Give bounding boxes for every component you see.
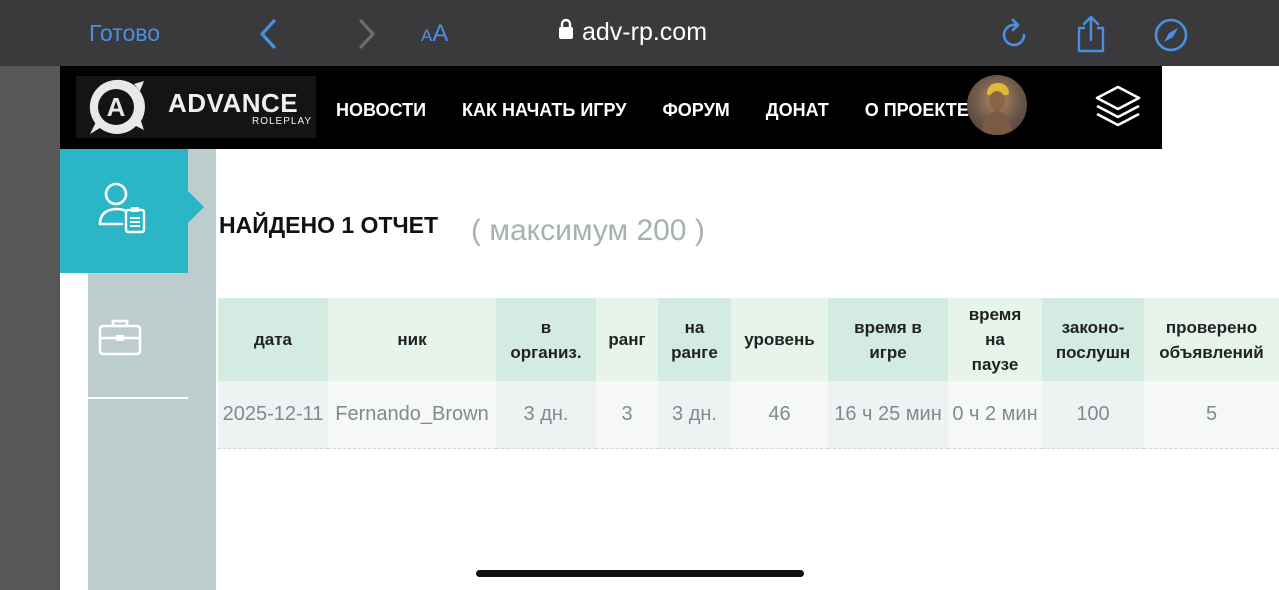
header-label: ранг [608,330,646,349]
report-table: дата ник в организ. ранг на ранге уровен… [218,298,1279,449]
column-header-rank[interactable]: ранг [596,298,658,381]
cell-level: 46 [731,381,828,449]
sidebar-gap [60,273,88,590]
text-size-button[interactable]: AA [421,20,448,48]
header-label: в организ. [510,317,582,362]
header-label: законо- послушн [1055,317,1131,362]
column-header-time-in-game[interactable]: время в игре [828,298,948,381]
sidebar-divider [60,397,188,399]
share-icon[interactable] [1074,14,1108,59]
logo-subtext: ROLEPLAY [252,116,313,127]
header-label: ник [397,330,427,349]
table-row: 2025-12-11 Fernando_Brown 3 дн. 3 3 дн. … [218,381,1279,449]
header-label: дата [253,330,293,349]
site-header: A ADVANCE ROLEPLAY НОВОСТИ КАК НАЧАТЬ ИГ… [60,66,1162,149]
nav-forum[interactable]: ФОРУМ [662,100,729,121]
address-bar[interactable]: adv-rp.com [558,18,707,47]
sidebar-active-pointer [188,191,204,223]
lock-icon [558,18,574,47]
user-avatar[interactable] [967,75,1027,135]
browser-toolbar: Готово AA adv-rp.com [0,0,1279,66]
text-size-small-label: A [421,26,433,45]
home-indicator [476,570,804,577]
nav-about[interactable]: О ПРОЕКТЕ [865,100,969,121]
briefcase-icon[interactable] [98,316,142,363]
header-label: время на паузе [968,305,1022,374]
table-header-row: дата ник в организ. ранг на ранге уровен… [218,298,1279,381]
report-user-icon[interactable] [96,180,152,241]
cell-law-abiding: 100 [1042,381,1144,449]
column-header-date[interactable]: дата [218,298,328,381]
reload-icon[interactable] [1000,18,1030,55]
column-header-on-rank[interactable]: на ранге [658,298,731,381]
cell-ads-checked: 5 [1144,381,1279,449]
nav-how-to-start[interactable]: КАК НАЧАТЬ ИГРУ [462,100,626,121]
compass-icon[interactable] [1154,18,1188,57]
header-label: проверено объявлений [1159,317,1264,362]
cell-time-paused: 0 ч 2 мин [948,381,1042,449]
cell-on-rank: 3 дн. [658,381,731,449]
column-header-level[interactable]: уровень [731,298,828,381]
main-nav: НОВОСТИ КАК НАЧАТЬ ИГРУ ФОРУМ ДОНАТ О ПР… [336,100,1005,121]
column-header-in-org[interactable]: в организ. [496,298,596,381]
cell-nick: Fernando_Brown [328,381,496,449]
done-button[interactable]: Готово [89,20,160,47]
left-gutter [0,66,60,590]
nav-news[interactable]: НОВОСТИ [336,100,426,121]
logo-gear-icon: A [89,79,145,134]
column-header-time-paused[interactable]: время на паузе [948,298,1042,381]
url-text: adv-rp.com [582,18,708,46]
logo-text: ADVANCE [168,88,299,118]
column-header-law-abiding[interactable]: законо- послушн [1042,298,1144,381]
column-header-nick[interactable]: ник [328,298,496,381]
back-chevron-icon[interactable] [255,18,283,55]
layers-menu-icon[interactable] [1094,84,1142,135]
cell-in-org: 3 дн. [496,381,596,449]
nav-donate[interactable]: ДОНАТ [766,100,829,121]
header-label: на ранге [671,317,718,362]
forward-chevron-icon[interactable] [352,18,380,55]
column-header-ads-checked[interactable]: проверено объявлений [1144,298,1279,381]
cell-time-in-game: 16 ч 25 мин [828,381,948,449]
logo-letter: A [107,92,126,122]
page-subtitle: ( максимум 200 ) [471,214,705,247]
cell-rank: 3 [596,381,658,449]
header-label: уровень [744,330,815,349]
header-label: время в игре [854,317,922,362]
page-title: НАЙДЕНО 1 ОТЧЕТ [219,212,439,238]
text-size-large-label: A [432,20,449,47]
cell-date: 2025-12-11 [218,381,328,449]
header-right-space [1162,66,1279,149]
site-logo[interactable]: A ADVANCE ROLEPLAY [76,76,316,138]
